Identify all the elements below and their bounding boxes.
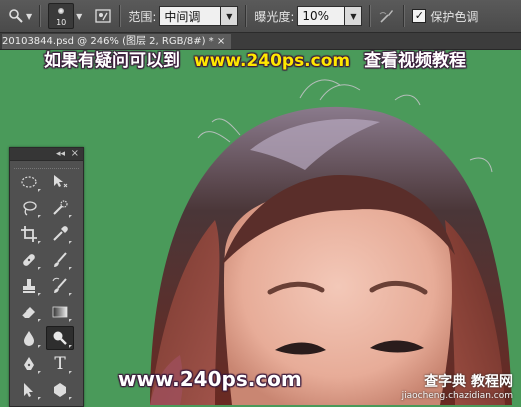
watermark-top-url: www.240ps.com bbox=[193, 51, 351, 71]
type-icon: T bbox=[54, 354, 66, 374]
dodge-tool-icon bbox=[9, 9, 23, 23]
airbrush-toggle[interactable] bbox=[378, 0, 396, 32]
lasso-icon bbox=[23, 201, 37, 216]
brush-picker[interactable]: 10 ▼ bbox=[48, 0, 82, 32]
pen-icon bbox=[24, 357, 34, 370]
brush-panel-icon bbox=[95, 9, 111, 23]
tool-preset-picker[interactable]: ▼ bbox=[8, 0, 32, 32]
move-icon bbox=[54, 175, 68, 188]
exposure-label: 曝光度: bbox=[254, 9, 295, 24]
range-control: 范围: 中间调 ▼ bbox=[128, 0, 239, 32]
marquee-tool[interactable] bbox=[15, 170, 43, 194]
lasso-tool[interactable] bbox=[15, 196, 43, 220]
eyedropper-tool[interactable] bbox=[46, 222, 74, 246]
blur-icon bbox=[24, 331, 34, 346]
clone-stamp-icon bbox=[23, 279, 35, 293]
path-selection-icon bbox=[24, 383, 33, 397]
options-bar: ▼ 10 ▼ 范围: 中间调 ▼ 曝光度: 10% ▼ ✓ 保护色调 bbox=[0, 0, 521, 33]
chevron-down-icon: ▼ bbox=[226, 11, 233, 21]
divider bbox=[369, 5, 372, 27]
brush-tool[interactable] bbox=[46, 248, 74, 272]
tools-panel-header[interactable]: ◂◂ × bbox=[10, 148, 83, 161]
protect-tones-label: 保护色调 bbox=[430, 9, 479, 24]
shape-icon bbox=[54, 383, 66, 397]
range-select[interactable]: 中间调 bbox=[159, 6, 222, 26]
watermark-top-prefix: 如果有疑问可以到 bbox=[44, 51, 180, 71]
divider bbox=[119, 5, 122, 27]
brush-preview: 10 bbox=[48, 3, 75, 29]
tools-panel: ◂◂ × T bbox=[9, 147, 84, 407]
brush-icon bbox=[54, 252, 67, 267]
history-brush-tool[interactable] bbox=[46, 274, 74, 298]
divider bbox=[245, 5, 248, 27]
clone-stamp-tool[interactable] bbox=[15, 274, 43, 298]
exposure-input[interactable]: 10% bbox=[297, 6, 346, 26]
watermark-bottom-url: www.240ps.com bbox=[118, 367, 302, 391]
move-tool[interactable] bbox=[46, 170, 74, 194]
healing-brush-icon bbox=[23, 254, 35, 266]
airbrush-icon bbox=[380, 10, 394, 23]
healing-brush-tool[interactable] bbox=[15, 248, 43, 272]
panel-grip[interactable] bbox=[14, 162, 79, 169]
quick-selection-icon bbox=[53, 200, 68, 215]
exposure-control: 曝光度: 10% ▼ bbox=[254, 0, 363, 32]
divider bbox=[39, 5, 42, 27]
chevron-down-icon: ▼ bbox=[350, 11, 357, 21]
dodge-tool[interactable] bbox=[46, 326, 74, 350]
pen-tool[interactable] bbox=[15, 352, 43, 376]
divider bbox=[403, 5, 406, 27]
eyedropper-icon bbox=[53, 226, 68, 241]
range-label: 范围: bbox=[128, 9, 157, 24]
exposure-slider-button[interactable]: ▼ bbox=[345, 6, 363, 26]
path-selection-tool[interactable] bbox=[15, 378, 43, 402]
close-icon[interactable]: × bbox=[71, 148, 79, 160]
quick-selection-tool[interactable] bbox=[46, 196, 74, 220]
brush-size-value: 10 bbox=[56, 18, 67, 27]
site-logo: 查字典 教程网 jiaocheng.chazidian.com bbox=[402, 371, 513, 401]
chevron-down-icon: ▼ bbox=[26, 11, 33, 21]
history-brush-icon bbox=[52, 277, 67, 293]
marquee-icon bbox=[21, 176, 37, 188]
gradient-icon bbox=[52, 306, 68, 318]
range-dropdown-button[interactable]: ▼ bbox=[221, 6, 239, 26]
collapse-icon[interactable]: ◂◂ bbox=[56, 148, 65, 160]
watermark-top-suffix: 查看视频教程 bbox=[364, 51, 467, 71]
brush-tip-icon bbox=[58, 8, 65, 14]
type-tool[interactable]: T bbox=[46, 352, 74, 376]
eraser-icon bbox=[21, 307, 35, 318]
dodge-icon bbox=[53, 331, 67, 345]
brush-panel-toggle[interactable] bbox=[94, 0, 112, 32]
site-logo-domain: jiaocheng.chazidian.com bbox=[401, 391, 513, 401]
eraser-tool[interactable] bbox=[15, 300, 43, 324]
watermark-top: 如果有疑问可以到 www.240ps.com 查看视频教程 bbox=[44, 46, 466, 71]
crop-icon bbox=[21, 226, 37, 242]
blur-tool[interactable] bbox=[15, 326, 43, 350]
gradient-tool[interactable] bbox=[46, 300, 74, 324]
shape-tool[interactable] bbox=[46, 378, 74, 402]
protect-tones-option[interactable]: ✓ 保护色调 bbox=[412, 0, 478, 32]
site-logo-text: 查字典 教程网 bbox=[424, 374, 513, 390]
protect-tones-checkbox[interactable]: ✓ bbox=[412, 9, 427, 23]
crop-tool[interactable] bbox=[15, 222, 43, 246]
chevron-down-icon: ▼ bbox=[76, 11, 83, 21]
